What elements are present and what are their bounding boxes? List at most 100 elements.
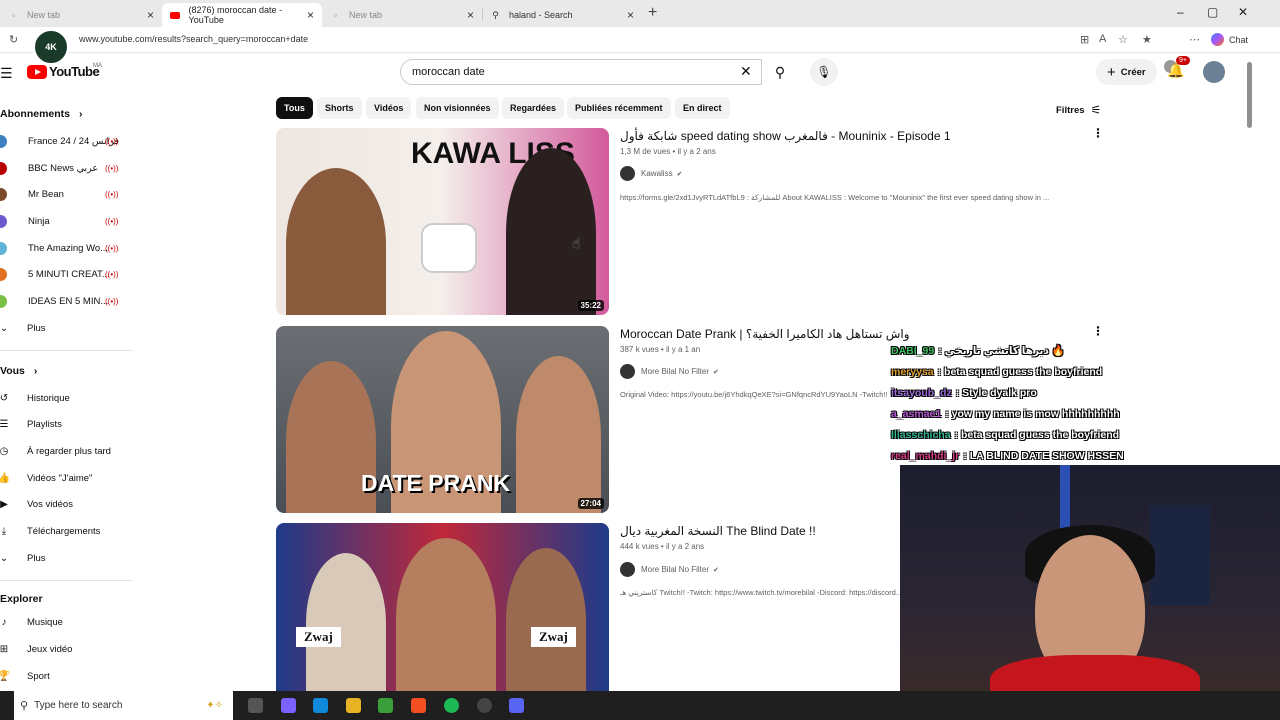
menu-icon[interactable]: ☰ — [0, 65, 13, 82]
close-tab-icon[interactable]: × — [307, 8, 314, 22]
page-icon: ▫ — [11, 10, 16, 20]
chip-videos[interactable]: Vidéos — [366, 97, 412, 119]
create-button[interactable]: + Créer — [1096, 59, 1157, 85]
taskbar: ⚲ Type here to search ✦✧ — [0, 691, 1280, 720]
taskbar-search[interactable]: ⚲ Type here to search ✦✧ — [14, 691, 233, 720]
avatar[interactable] — [1203, 61, 1225, 83]
channel-link[interactable]: More Bilal No Filter ✔ — [620, 364, 719, 379]
chip-shorts[interactable]: Shorts — [317, 97, 362, 119]
sidebar-item-watch-later[interactable]: ◷ À regarder plus tard — [0, 438, 134, 464]
sidebar-item-music[interactable]: ♪ Musique — [0, 609, 134, 635]
channel-avatar — [620, 562, 635, 577]
video-thumbnail[interactable]: KAWA LISS 35:22 — [276, 128, 609, 315]
sidebar-subscription[interactable]: BBC News عربي ((•)) — [0, 155, 134, 181]
chip-live[interactable]: En direct — [675, 97, 730, 119]
sidebar-subscription[interactable]: Ninja ((•)) — [0, 208, 134, 234]
chat-text: : beta squad guess the boyfriend — [937, 366, 1103, 378]
channel-link[interactable]: Kawaliss ✔ — [620, 166, 682, 181]
spotify-icon[interactable] — [444, 698, 459, 713]
thumbs-up-icon: 👍 — [0, 472, 11, 484]
filters-button[interactable]: Filtres ⚟ — [1056, 103, 1101, 117]
live-icon: ((•)) — [105, 136, 119, 146]
close-tab-icon[interactable]: × — [627, 8, 634, 22]
obs-icon[interactable] — [477, 698, 492, 713]
discord-icon[interactable] — [509, 698, 524, 713]
more-icon[interactable]: ⋯ — [1189, 33, 1200, 46]
channel-link[interactable]: More Bilal No Filter ✔ — [620, 562, 719, 577]
browser-tab-active[interactable]: (8276) moroccan date - YouTube × — [162, 3, 322, 27]
sidebar-more-subs[interactable]: ⌄ Plus — [0, 315, 134, 341]
chip-recent[interactable]: Publiées récemment — [567, 97, 671, 119]
reload-icon[interactable]: ↻ — [9, 33, 18, 46]
sidebar-item-liked[interactable]: 👍 Vidéos "J'aime" — [0, 465, 134, 491]
create-label: Créer — [1120, 66, 1146, 78]
more-options-icon[interactable]: ⋮ — [1092, 126, 1104, 140]
sidebar-subscription[interactable]: IDEAS EN 5 MIN... ((•)) — [0, 288, 134, 314]
url-field[interactable]: www.youtube.com/results?search_query=mor… — [79, 34, 308, 44]
you-heading[interactable]: Vous › — [0, 365, 37, 377]
sidebar-item-your-videos[interactable]: ▶ Vos vidéos — [0, 491, 134, 517]
clear-search-icon[interactable]: ✕ — [740, 63, 752, 80]
channel-avatar — [0, 161, 7, 175]
sidebar-item-sports[interactable]: 🏆 Sport — [0, 663, 134, 689]
live-icon: ((•)) — [105, 243, 119, 253]
trophy-icon: 🏆 — [0, 670, 11, 682]
chip-watched[interactable]: Regardées — [502, 97, 565, 119]
favorites-icon[interactable]: ★ — [1142, 33, 1152, 46]
video-title[interactable]: Moroccan Date Prank | واش تستاهل هاد الك… — [620, 327, 910, 341]
search-icon: ⚲ — [492, 9, 499, 20]
copilot-icon[interactable] — [281, 698, 296, 713]
store-icon[interactable] — [378, 698, 393, 713]
divider — [0, 350, 133, 351]
translate-icon[interactable]: A — [1099, 33, 1106, 45]
maximize-icon[interactable]: ▢ — [1207, 5, 1218, 19]
sidebar-item-more[interactable]: ⌄ Plus — [0, 545, 134, 571]
video-thumbnail[interactable]: DATE PRANK 27:04 — [276, 326, 609, 513]
sidebar-subscription[interactable]: The Amazing Wo... ((•)) — [0, 235, 134, 261]
video-thumbnail[interactable]: Zwaj Zwaj — [276, 523, 609, 691]
chat-message: itsayoub_dz: Style dyalk pro — [891, 383, 1131, 404]
minimize-icon[interactable]: – — [1177, 5, 1184, 19]
chip-all[interactable]: Tous — [276, 97, 313, 119]
brave-icon[interactable] — [411, 698, 426, 713]
youtube-logo[interactable]: YouTube — [27, 64, 100, 79]
subscriptions-heading[interactable]: Abonnements › — [0, 108, 82, 120]
search-button[interactable]: ⚲ — [762, 59, 798, 85]
apps-icon[interactable]: ⊞ — [1080, 33, 1089, 46]
scrollbar-thumb[interactable] — [1247, 62, 1252, 128]
video-meta: 387 k vues • il y a 1 an — [620, 345, 701, 354]
sidebar-subscription[interactable]: 5 MINUTI CREAT... ((•)) — [0, 261, 134, 287]
file-explorer-icon[interactable] — [346, 698, 361, 713]
voice-search-button[interactable]: 🎙 — [810, 58, 838, 86]
youtube-wordmark: YouTube — [49, 64, 100, 79]
notification-badge: 9+ — [1176, 56, 1190, 65]
new-tab-icon[interactable]: + — [648, 4, 657, 22]
chip-unwatched[interactable]: Non visionnées — [416, 97, 499, 119]
sidebar-item-history[interactable]: ↺ Historique — [0, 385, 134, 411]
sidebar-item-gaming[interactable]: ⊞ Jeux vidéo — [0, 636, 134, 662]
sidebar-item-downloads[interactable]: ⤓ Téléchargements — [0, 518, 134, 544]
close-window-icon[interactable]: ✕ — [1238, 5, 1248, 19]
sidebar-subscription[interactable]: Mr Bean ((•)) — [0, 181, 134, 207]
favorite-star-icon[interactable]: ☆ — [1118, 33, 1128, 46]
browser-tab[interactable]: ⚲ haland - Search × — [482, 3, 642, 27]
more-options-icon[interactable]: ⋮ — [1092, 324, 1104, 338]
close-tab-icon[interactable]: × — [147, 8, 154, 22]
task-view-icon[interactable] — [248, 698, 263, 713]
video-title[interactable]: النسخة المغربية ديال The Blind Date !! — [620, 524, 816, 538]
search-input[interactable]: moroccan date — [400, 59, 762, 85]
thumbnail-card: Zwaj — [296, 627, 341, 647]
browser-tab[interactable]: ▫ New tab × — [0, 3, 162, 27]
chat-message: a_asmae1: yow my name is mow hhhhhhhhh — [891, 404, 1131, 425]
channel-avatar — [0, 267, 7, 281]
channel-logo-overlay: 4K — [33, 29, 69, 65]
video-title[interactable]: شابكة فأول speed dating show فالمغرب - M… — [620, 129, 951, 143]
edge-icon[interactable] — [313, 698, 328, 713]
sidebar-subscription[interactable]: France 24 / فرانس 24 ((•)) — [0, 128, 134, 154]
close-tab-icon[interactable]: × — [467, 8, 474, 22]
chevron-down-icon: ⌄ — [0, 322, 9, 334]
browser-tab[interactable]: ▫ New tab × — [322, 3, 482, 27]
sidebar-item-playlists[interactable]: ☰ Playlists — [0, 411, 134, 437]
tab-label: New tab — [27, 10, 61, 20]
copilot-chat-button[interactable]: Chat — [1211, 33, 1248, 46]
